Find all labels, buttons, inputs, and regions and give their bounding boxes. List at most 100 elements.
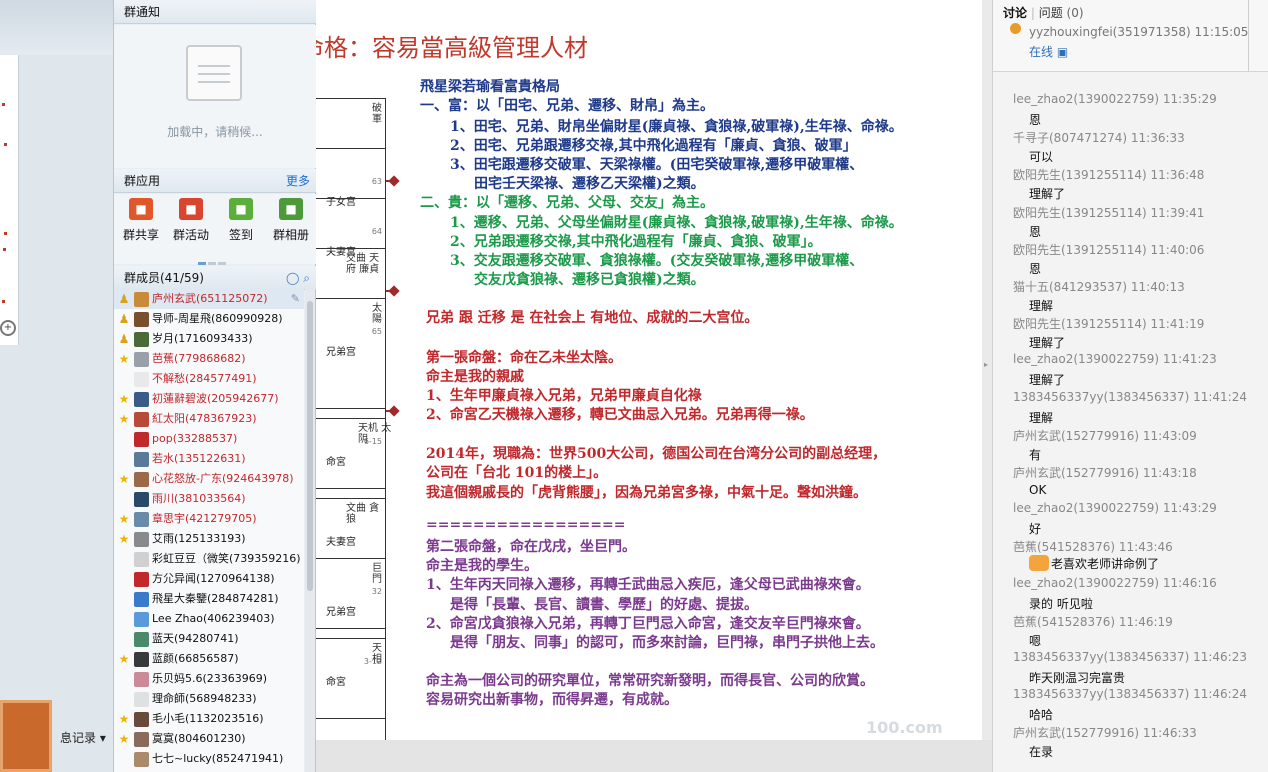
member-item[interactable]: ♟ 导师-周星飛(860990928) <box>114 309 304 329</box>
message-text: 可以 <box>1029 148 1053 165</box>
message-header[interactable]: 芭蕉(541528376) 11:43:46 <box>1013 538 1173 555</box>
message-header[interactable]: lee_zhao2(1390022759) 11:35:29 <box>1013 92 1217 106</box>
message-header[interactable]: 芭蕉(541528376) 11:46:19 <box>1013 613 1173 630</box>
avatar <box>134 332 149 347</box>
message-header[interactable]: 庐州玄武(152779916) 11:46:33 <box>1013 724 1197 741</box>
zoom-icon[interactable]: + <box>0 320 16 336</box>
age-label: 65 <box>371 327 382 336</box>
slide-text-line: 2、命宮乙天機祿入遷移，轉已文曲忌入兄弟。兄弟再得一祿。 <box>426 407 814 423</box>
message-header[interactable]: 欧阳先生(1391255114) 11:40:06 <box>1013 241 1204 258</box>
member-item[interactable]: Lee Zhao(406239403) <box>114 609 304 629</box>
star-icon: ★ <box>118 412 130 426</box>
avatar <box>134 392 149 407</box>
member-name: 理命師(568948233) <box>152 692 257 705</box>
app-label: 群共享 <box>122 228 159 242</box>
history-button[interactable]: 息记录 ▾ <box>60 729 106 746</box>
member-item[interactable]: ♟ 庐州玄武(651125072) ✎ <box>114 289 304 309</box>
pinned-user[interactable]: yyzhouxingfei(351971358) 11:15:05 <box>1029 25 1248 39</box>
message-header[interactable]: 欧阳先生(1391255114) 11:41:19 <box>1013 315 1204 332</box>
message-header[interactable]: lee_zhao2(1390022759) 11:41:23 <box>1013 352 1217 366</box>
message-body: 哈哈 <box>1029 708 1054 723</box>
member-item[interactable]: 若水(135122631) <box>114 449 304 469</box>
member-item[interactable]: 七七~lucky(852471941) <box>114 749 304 769</box>
avatar <box>134 612 149 627</box>
member-scrollbar[interactable] <box>305 289 315 772</box>
member-name: 庐州玄武(651125072) <box>152 292 268 305</box>
member-item[interactable]: 不解愁(284577491) <box>114 369 304 389</box>
empty-badge <box>117 372 131 386</box>
member-item[interactable]: 彩虹豆豆（微笑(739359216) <box>114 549 304 569</box>
tab-discussion[interactable]: 讨论 <box>1003 6 1027 20</box>
palace-label: 兄弟宫 <box>326 347 356 358</box>
empty-badge <box>117 552 131 566</box>
member-name: 寞寞(804601230) <box>152 732 246 745</box>
member-item[interactable]: ★ 心花怒放-广东(924643978) <box>114 469 304 489</box>
message-header[interactable]: 千寻子(807471274) 11:36:33 <box>1013 129 1185 146</box>
discussion-panel: 讨论 | 问题 (0) yyzhouxingfei(351971358) 11:… <box>992 0 1268 772</box>
message-header[interactable]: 1383456337yy(1383456337) 11:46:23 <box>1013 650 1247 664</box>
chat-bubble-icon[interactable]: ◯ <box>286 271 299 285</box>
group-panel: 群通知 加载中，请稍候... 群应用 更多 ■ 群共享 ■ 群活动 ■ 签到 ■ 群相册 群成… <box>114 0 316 772</box>
member-list: ♟ 庐州玄武(651125072) ✎ ♟ 导师-周星飛(860990928) ♟ 岁月(1… <box>114 289 304 772</box>
admin-icon: ♟ <box>118 332 130 346</box>
avatar <box>134 292 149 307</box>
member-item[interactable]: 蓝天(94280741) <box>114 629 304 649</box>
member-name: 毛小毛(1132023516) <box>152 712 264 725</box>
member-item[interactable]: ★ 寞寞(804601230) <box>114 729 304 749</box>
collapse-arrow-icon[interactable]: ▸ <box>984 360 990 370</box>
member-item[interactable]: ★ 蓝颜(66856587) <box>114 649 304 669</box>
message-header[interactable]: 庐州玄武(152779916) 11:43:09 <box>1013 427 1197 444</box>
member-item[interactable]: 方尣异闻(1270964138) <box>114 569 304 589</box>
star-label: 破軍 <box>372 103 382 125</box>
member-item[interactable]: ★ 芭蕉(779868682) <box>114 349 304 369</box>
edit-icon[interactable]: ✎ <box>291 289 300 309</box>
message-header[interactable]: 1383456337yy(1383456337) 11:46:24 <box>1013 687 1247 701</box>
pinned-status[interactable]: 在线 ▣ <box>1029 43 1068 60</box>
member-item[interactable]: pop(33288537) <box>114 429 304 449</box>
scrollbar-thumb[interactable] <box>307 301 313 591</box>
app-0[interactable]: ■ 群共享 <box>116 198 166 243</box>
member-item[interactable]: ♟ 岁月(1716093433) <box>114 329 304 349</box>
message-body: 恩 <box>1029 261 1042 276</box>
member-item[interactable]: 雨川(381033564) <box>114 489 304 509</box>
app-1[interactable]: ■ 群活动 <box>166 198 216 243</box>
message-header[interactable]: lee_zhao2(1390022759) 11:46:16 <box>1013 576 1217 590</box>
avatar <box>134 592 149 607</box>
member-item[interactable]: ★ 毛小毛(1132023516) <box>114 709 304 729</box>
message-header[interactable]: 庐州玄武(152779916) 11:43:18 <box>1013 464 1197 481</box>
apps-grid: ■ 群共享 ■ 群活动 ■ 签到 ■ 群相册 <box>114 194 316 265</box>
empty-badge <box>117 672 131 686</box>
message-header[interactable]: lee_zhao2(1390022759) 11:43:29 <box>1013 501 1217 515</box>
member-item[interactable]: ★ 紅太阳(478367923) <box>114 409 304 429</box>
empty-badge <box>117 492 131 506</box>
message-header[interactable]: 欧阳先生(1391255114) 11:39:41 <box>1013 204 1204 221</box>
message-header[interactable]: 1383456337yy(1383456337) 11:41:24 <box>1013 390 1247 404</box>
member-name: 心花怒放-广东(924643978) <box>152 472 294 485</box>
star-icon: ★ <box>118 512 130 526</box>
message-text: OK <box>1029 483 1046 497</box>
member-item[interactable]: 飛星大秦鑒(284874281) <box>114 589 304 609</box>
message-header[interactable]: 欧阳先生(1391255114) 11:36:48 <box>1013 166 1204 183</box>
search-icon[interactable]: ⌕ <box>303 271 310 285</box>
app-3[interactable]: ■ 群相册 <box>266 198 316 243</box>
slide-text-line: 1、生年丙天同祿入遷移，再轉壬武曲忌入疾厄，逢父母已武曲祿來會。 <box>426 577 870 593</box>
message-body: 嗯 <box>1029 633 1042 648</box>
slide-text-line: 容易研究出新事物，而得昇遷，有成就。 <box>426 692 678 708</box>
member-item[interactable]: ★ 初蓮辭碧波(205942677) <box>114 389 304 409</box>
apps-more-link[interactable]: 更多 <box>286 169 310 193</box>
chart-cell: 父母宫13-22 <box>316 718 386 740</box>
tab-question[interactable]: 问题 <box>1039 6 1063 20</box>
marker <box>2 300 5 303</box>
member-item[interactable]: 乐贝妈5.6(23363969) <box>114 669 304 689</box>
slide-text-line: 3、田宅跟遷移交破軍、天梁祿權。(田宅癸破軍祿,遷移甲破軍權、 <box>450 157 864 173</box>
member-item[interactable]: ★ 艾雨(125133193) <box>114 529 304 549</box>
app-2[interactable]: ■ 签到 <box>216 198 266 243</box>
star-icon: ★ <box>118 712 130 726</box>
member-item[interactable]: 理命師(568948233) <box>114 689 304 709</box>
message-header[interactable]: 猫十五(841293537) 11:40:13 <box>1013 278 1185 295</box>
member-item[interactable]: ★ 章思宇(421279705) <box>114 509 304 529</box>
marker <box>3 248 6 251</box>
slide-text-line: 二、貴：以「遷移、兄弟、父母、交友」為主。 <box>420 195 714 211</box>
member-name: 章思宇(421279705) <box>152 512 257 525</box>
message-list: lee_zhao2(1390022759) 11:35:29 恩 千寻子(80747… <box>993 72 1268 772</box>
